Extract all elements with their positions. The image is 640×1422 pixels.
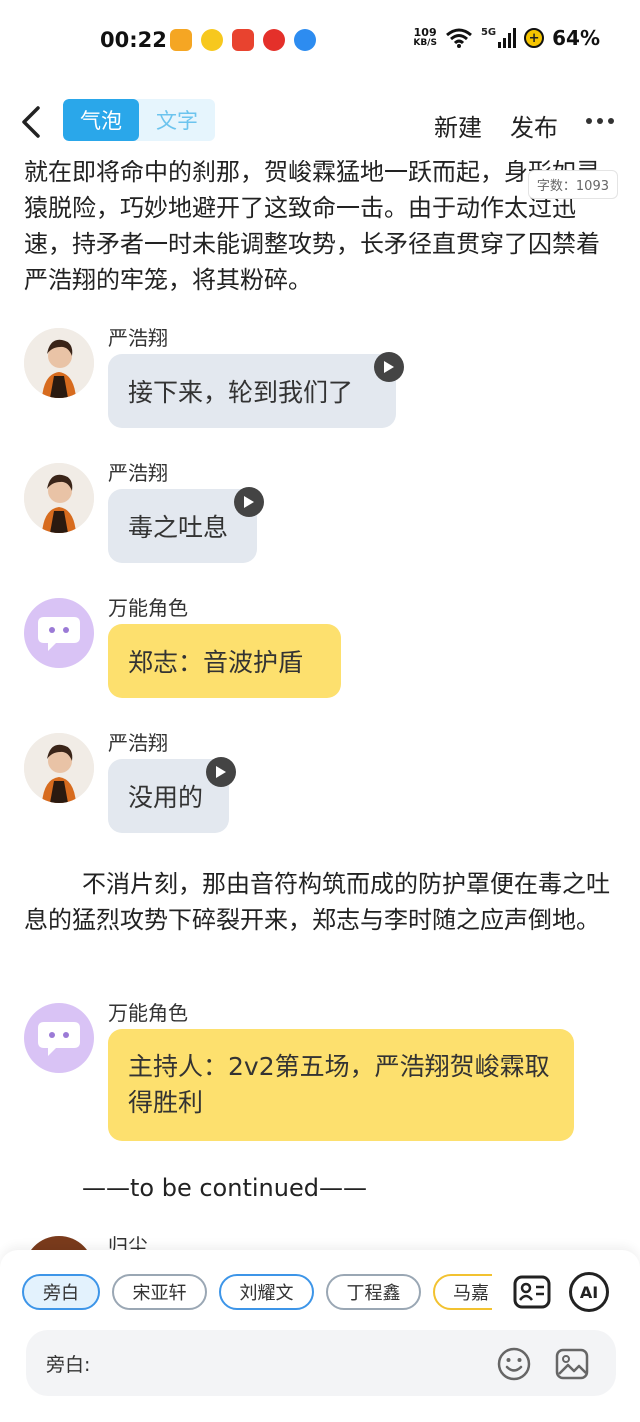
net-speed-value: 109 [413, 26, 437, 39]
network-type: 5G [480, 27, 517, 48]
sender-name: 严浩翔 [108, 731, 168, 755]
back-arrow-icon[interactable] [18, 104, 48, 140]
net-speed: 109 KB/S [413, 27, 437, 49]
sender-name: 严浩翔 [108, 461, 168, 485]
play-voice-icon[interactable] [206, 757, 236, 787]
role-card-icon[interactable] [512, 1272, 552, 1312]
network-label: 5G [480, 27, 497, 38]
universal-role-icon [38, 617, 80, 651]
message-input[interactable]: 旁白: [26, 1330, 616, 1396]
avatar[interactable] [24, 733, 94, 803]
status-bar: 00:22 109 KB/S 5G + 64% [0, 0, 640, 82]
battery-icon: + [524, 28, 545, 48]
ai-assistant-button[interactable]: AI [569, 1272, 609, 1312]
app-notification-icon [232, 29, 254, 51]
emoji-icon[interactable] [496, 1346, 532, 1382]
play-voice-icon[interactable] [374, 352, 404, 382]
sender-name: 归尘 [108, 1234, 148, 1250]
sender-name: 万能角色 [108, 596, 188, 620]
new-button[interactable]: 新建 [434, 108, 482, 143]
battery-percent: 64% [552, 26, 600, 50]
role-chip[interactable]: 宋亚轩 [112, 1274, 207, 1310]
app-notification-icon [201, 29, 223, 51]
net-speed-unit: KB/S [413, 38, 437, 48]
input-role-label: 旁白: [46, 1354, 91, 1376]
character-avatar-image [24, 733, 94, 803]
role-chip-narrator[interactable]: 旁白 [22, 1274, 100, 1310]
status-time: 00:22 [100, 28, 167, 52]
signal-icon [498, 28, 517, 48]
message-bubble[interactable]: 郑志：音波护盾 [108, 624, 341, 698]
status-indicators: 109 KB/S 5G + 64% [413, 26, 600, 50]
composer-panel: 旁白 宋亚轩 刘耀文 丁程鑫 马嘉 AI 旁白: [0, 1250, 640, 1422]
role-chip[interactable]: 丁程鑫 [326, 1274, 421, 1310]
word-count-badge: 字数：1093 [527, 170, 618, 199]
view-mode-toggle: 气泡 文字 [63, 99, 215, 141]
message-bubble[interactable]: 主持人：2v2第五场，严浩翔贺峻霖取得胜利 [108, 1029, 574, 1141]
top-nav: 气泡 文字 新建 发布 [0, 88, 640, 160]
continued-text: ——to be continued—— [82, 1174, 367, 1202]
sender-name: 严浩翔 [108, 326, 168, 350]
role-chip[interactable]: 刘耀文 [219, 1274, 314, 1310]
character-avatar-image [24, 328, 94, 398]
avatar[interactable] [24, 1003, 94, 1073]
message-bubble[interactable]: 接下来，轮到我们了 [108, 354, 396, 428]
narration-paragraph: 不消片刻，那由音符构筑而成的防护罩便在毒之吐息的猛烈攻势下碎裂开来，郑志与李时随… [24, 870, 610, 934]
wifi-icon [445, 28, 472, 48]
publish-button[interactable]: 发布 [510, 108, 558, 143]
role-chip[interactable]: 马嘉 [433, 1274, 492, 1310]
app-notification-icon [170, 29, 192, 51]
role-chip-list[interactable]: 旁白 宋亚轩 刘耀文 丁程鑫 马嘉 [22, 1274, 492, 1312]
sender-name: 万能角色 [108, 1001, 188, 1025]
avatar[interactable] [24, 328, 94, 398]
character-avatar-image [24, 463, 94, 533]
avatar[interactable] [24, 463, 94, 533]
image-icon[interactable] [554, 1346, 590, 1382]
tab-bubble[interactable]: 气泡 [63, 99, 139, 141]
notification-icons [170, 29, 316, 51]
avatar[interactable] [24, 1236, 94, 1250]
tab-text[interactable]: 文字 [139, 99, 215, 141]
play-voice-icon[interactable] [234, 487, 264, 517]
app-notification-icon [294, 29, 316, 51]
weibo-icon [263, 29, 285, 51]
universal-role-icon [38, 1022, 80, 1056]
ai-button-label: AI [579, 1282, 599, 1302]
story-content[interactable]: 就在即将命中的刹那，贺峻霖猛地一跃而起，身形如灵猿脱险，巧妙地避开了这致命一击。… [0, 160, 640, 1250]
more-options-icon[interactable] [586, 118, 614, 126]
avatar[interactable] [24, 598, 94, 668]
